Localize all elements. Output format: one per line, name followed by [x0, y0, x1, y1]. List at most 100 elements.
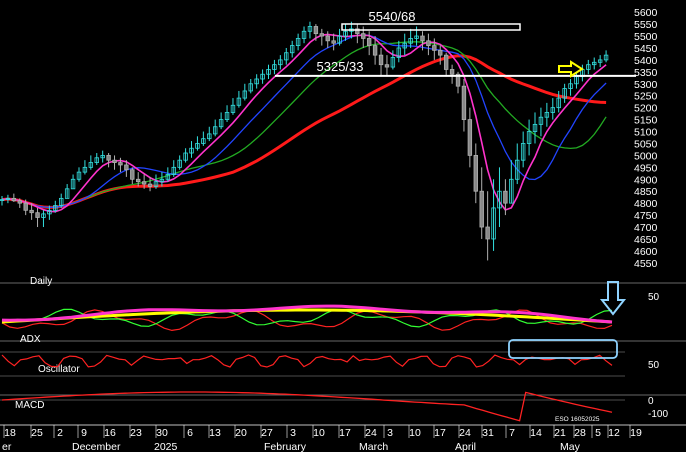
- ma-blue-line: [1, 34, 607, 209]
- x-tick-label: 13: [209, 427, 221, 439]
- right-arrow-icon: [558, 60, 584, 78]
- x-tick-label: 3: [290, 427, 296, 439]
- x-tick-label: 6: [187, 427, 193, 439]
- price-candle-body: [112, 159, 117, 163]
- price-tick-label: 5450: [634, 43, 658, 55]
- price-candle-body: [29, 209, 34, 214]
- x-tick-label: 30: [156, 427, 168, 439]
- price-candle-body: [473, 155, 478, 192]
- price-tick-label: 4550: [634, 258, 658, 270]
- price-tick-label: 5300: [634, 79, 658, 91]
- down-arrow-icon: [599, 281, 627, 316]
- x-tick-label: 19: [630, 427, 642, 439]
- x-tick-label: 5: [595, 427, 601, 439]
- price-candle-body: [485, 226, 490, 240]
- macd-line: [1, 391, 613, 422]
- x-tick-label: 24: [459, 427, 471, 439]
- price-candle-body: [503, 190, 508, 204]
- ma-magenta-line: [1, 33, 607, 213]
- price-candle-body: [366, 38, 372, 46]
- x-tick-label: 14: [530, 427, 542, 439]
- oscillator-tick-label: 50: [648, 360, 660, 371]
- x-tick-label: 2: [57, 427, 63, 439]
- x-tick-label: 21: [554, 427, 566, 439]
- price-candle-body: [438, 49, 443, 56]
- oscillator-title: Oscillator: [38, 364, 80, 375]
- x-tick-label: 3: [387, 427, 393, 439]
- adx-title: ADX: [20, 334, 41, 345]
- price-tick-label: 4800: [634, 198, 658, 210]
- price-candle-body: [136, 178, 141, 183]
- price-candle-body: [420, 35, 425, 42]
- price-candle-body: [106, 155, 111, 161]
- x-tick-label: 10: [409, 427, 421, 439]
- x-tick-label: 20: [235, 427, 247, 439]
- price-candle-body: [426, 40, 431, 46]
- price-candle-body: [467, 119, 473, 156]
- price-candle-body: [331, 40, 336, 44]
- price-candle-body: [118, 162, 123, 166]
- price-tick-label: 4900: [634, 174, 658, 186]
- price-candle-body: [432, 45, 437, 51]
- resistance-label: 5540/68: [369, 9, 416, 24]
- adx-smoothed-line: [1, 304, 613, 324]
- oscillator-highlight-box: [508, 339, 618, 359]
- price-tick-label: 5050: [634, 138, 658, 150]
- price-tick-label: 4700: [634, 222, 658, 234]
- x-tick-label: 24: [365, 427, 377, 439]
- price-candle-body: [23, 202, 28, 211]
- price-tick-label: 4650: [634, 234, 658, 246]
- x-tick-label: 10: [313, 427, 325, 439]
- macd-zero-label: 0: [648, 396, 654, 407]
- x-month-label: 2025: [154, 441, 178, 452]
- x-tick-label: 7: [509, 427, 515, 439]
- price-candle-body: [384, 64, 390, 68]
- adx-tick-label: 50: [648, 292, 660, 303]
- price-candle-body: [449, 69, 455, 75]
- price-tick-label: 5150: [634, 115, 658, 127]
- x-tick-label: 25: [31, 427, 43, 439]
- resistance-box: [341, 23, 521, 31]
- x-month-label: December: [72, 441, 121, 452]
- price-candle-body: [17, 200, 22, 204]
- price-candle-body: [372, 45, 378, 56]
- x-month-label: er: [2, 441, 12, 452]
- x-tick-label: 28: [574, 427, 586, 439]
- chart-root: 4550 4600 4650 4700 4750 4800 4850 4900 4950 5000…: [0, 0, 686, 452]
- price-candle-body: [124, 164, 129, 171]
- price-tick-label: 5400: [634, 55, 658, 67]
- x-tick-label: 23: [130, 427, 142, 439]
- x-tick-label: 9: [81, 427, 87, 439]
- price-candle-body: [325, 35, 330, 42]
- price-tick-label: 4950: [634, 162, 658, 174]
- adx-panel-label: Daily: [30, 276, 52, 287]
- price-tick-label: 5550: [634, 19, 658, 31]
- price-candle-body: [141, 181, 147, 185]
- x-tick-label: 27: [261, 427, 273, 439]
- x-month-label: April: [455, 441, 476, 452]
- price-tick-label: 5200: [634, 103, 658, 115]
- price-tick-label: 5000: [634, 150, 658, 162]
- price-candle-body: [313, 26, 319, 35]
- price-candle-body: [130, 169, 135, 180]
- price-candle-body: [378, 54, 384, 66]
- x-tick-label: 12: [608, 427, 620, 439]
- x-month-label: May: [560, 441, 581, 452]
- price-tick-label: 4850: [634, 186, 658, 198]
- instrument-code: ESO 16052025: [555, 416, 600, 423]
- price-tick-label: 4600: [634, 246, 658, 258]
- price-candle-body: [11, 197, 17, 202]
- price-candle-body: [461, 85, 467, 120]
- x-tick-label: 18: [4, 427, 16, 439]
- price-tick-label: 5100: [634, 127, 658, 139]
- price-tick-label: 5350: [634, 67, 658, 79]
- ma-red-line: [1, 54, 607, 209]
- price-candle-body: [319, 33, 325, 37]
- price-candle-body: [443, 54, 449, 70]
- price-candle-body: [147, 183, 153, 187]
- price-candle-body: [35, 212, 40, 218]
- x-month-label: March: [359, 441, 388, 452]
- ma-green-line: [1, 41, 607, 209]
- macd-title: MACD: [15, 400, 44, 411]
- price-candle-body: [479, 190, 484, 228]
